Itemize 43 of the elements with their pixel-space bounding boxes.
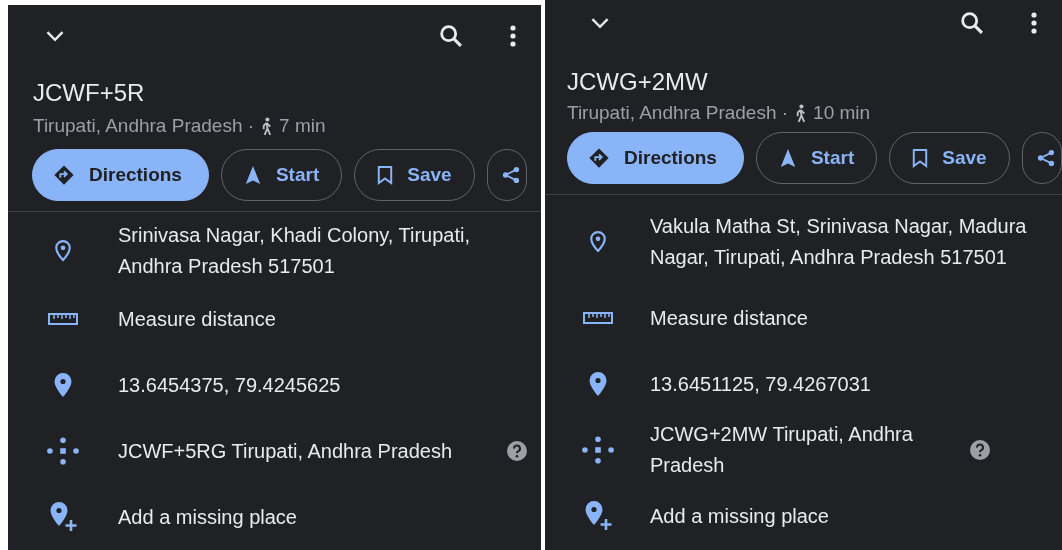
bookmark-icon [912, 148, 929, 168]
plus-code-icon [580, 436, 615, 464]
detail-text: Vakula Matha St, Srinivasa Nagar, Madura Nagar, Tirupati, Andhra Pradesh 517501 [650, 214, 1028, 270]
detail-text: JCWG+2MW Tirupati, Andhra Pradesh [650, 422, 914, 478]
location-pin-icon [54, 239, 72, 263]
more-options-icon[interactable] [1030, 10, 1038, 36]
location-pin-icon [53, 372, 73, 398]
action-link[interactable]: Measure distance [118, 303, 527, 335]
location-text: Tirupati, Andhra Pradesh · [33, 115, 255, 137]
walking-icon [794, 103, 808, 123]
navigation-arrow-icon [778, 148, 797, 168]
plus-code-icon [46, 437, 80, 465]
walking-icon [260, 116, 274, 136]
location-pin-icon [588, 230, 607, 254]
location-pin-icon [587, 371, 608, 397]
help-icon[interactable] [507, 441, 527, 461]
share-icon [501, 166, 520, 184]
bookmark-icon [377, 165, 394, 185]
detail-text: 13.6451125, 79.4267031 [650, 371, 872, 397]
detail-text: JCWF+5RG Tirupati, Andhra Pradesh [118, 438, 454, 464]
action-link[interactable]: Measure distance [650, 302, 1048, 334]
add-pin-icon[interactable] [48, 501, 78, 533]
action-link[interactable]: Add a missing place [650, 500, 1048, 532]
detail-text: Srinivasa Nagar, Khadi Colony, Tirupati, Andhra Pradesh 517501 [118, 223, 472, 279]
turn-diamond-icon [588, 147, 610, 169]
location-text: Tirupati, Andhra Pradesh · [567, 102, 789, 124]
detail-text: 13.6454375, 79.4245625 [118, 372, 342, 398]
place-title: JCWG+2MW [566, 67, 709, 96]
navigation-arrow-icon [243, 165, 262, 185]
ruler-icon[interactable] [48, 313, 78, 325]
place-title: JCWF+5R [32, 78, 146, 107]
directions-button[interactable]: Directions [32, 149, 209, 201]
search-icon[interactable] [437, 22, 465, 50]
help-icon[interactable] [970, 440, 990, 460]
directions-button[interactable]: Directions [567, 132, 744, 184]
turn-diamond-icon [53, 164, 75, 186]
share-icon [1036, 149, 1055, 167]
action-link[interactable]: Add a missing place [118, 501, 527, 533]
ruler-icon[interactable] [582, 312, 613, 324]
walk-time: 10 min [813, 102, 871, 124]
walk-time: 7 min [279, 115, 326, 137]
more-options-icon[interactable] [509, 23, 517, 49]
search-icon[interactable] [958, 9, 986, 37]
